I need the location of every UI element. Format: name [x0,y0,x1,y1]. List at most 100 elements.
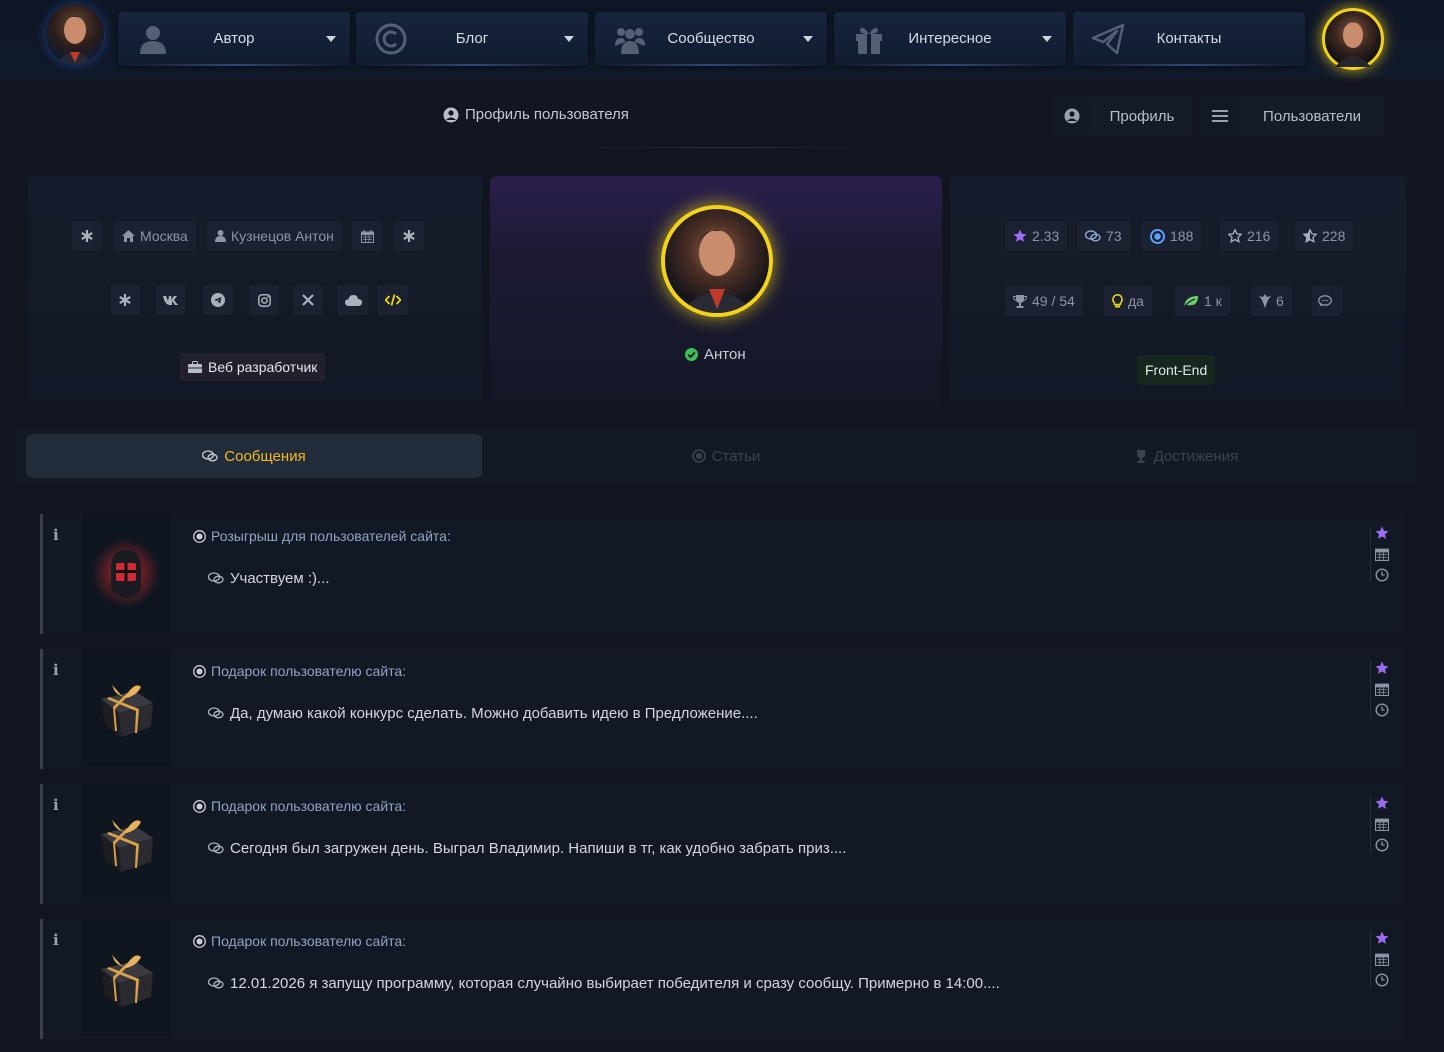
post-subject-text: Подарок пользователю сайта: [211,798,407,814]
calendar-chip[interactable] [352,221,382,251]
posts-stat: 188 [1142,221,1202,251]
nav-item-contacts[interactable]: Контакты [1073,12,1305,66]
lightbulb-icon [1112,294,1123,308]
nav-item-label: Блог [455,30,489,47]
star-icon[interactable] [1375,796,1389,811]
user-circle-icon [1064,108,1080,124]
info-icon[interactable]: i [53,796,59,814]
asterisk-icon [81,230,93,242]
calendar-icon [360,229,374,243]
top-navigation: Автор Блог Сообщество Интересное Контакт… [0,0,1444,78]
tab-articles[interactable]: Статьи [498,434,954,478]
comments-icon [208,842,224,854]
nav-item-label: Автор [213,30,255,47]
tab-label: Достижения [1153,447,1239,465]
city-text: Москва [140,228,188,244]
profile-icon-button[interactable] [1052,96,1092,136]
user-avatar[interactable] [1322,8,1384,70]
trophy-icon [1013,294,1027,308]
full-name-text: Кузнецов Антон [231,228,334,244]
award-stat: 6 [1251,286,1292,316]
full-name-chip: Кузнецов Антон [207,221,342,251]
post-subject-link[interactable]: Розыгрыш для пользователей сайта: [193,528,451,544]
gift-box-icon [101,955,153,1007]
clock-icon[interactable] [1374,838,1389,853]
star-icon[interactable] [1375,661,1389,676]
users-list-icon-button[interactable] [1200,96,1240,136]
clock-icon[interactable] [1374,568,1389,583]
dot-circle-icon [193,664,206,678]
chevron-down-icon [1042,36,1052,42]
home-icon [122,230,135,242]
post-subject-link[interactable]: Подарок пользователю сайта: [193,663,406,679]
code-icon [385,294,401,306]
users-button[interactable]: Пользователи [1240,96,1384,136]
profile-avatar[interactable] [661,205,773,317]
nav-item-interesting[interactable]: Интересное [834,12,1066,66]
x-icon [302,294,314,306]
tab-messages[interactable]: Сообщения [26,434,482,478]
post-text-content: Сегодня был загружен день. Выграл Владим… [230,840,847,857]
nav-item-author[interactable]: Автор [118,12,350,66]
social-cloud-link[interactable] [338,285,368,315]
social-asterisk-link[interactable] [110,285,140,315]
user-circle-icon [443,107,459,122]
post-meta [1370,931,1390,988]
post-thumbnail [81,649,171,767]
asterisk-icon [119,294,131,306]
post-subject-link[interactable]: Подарок пользователю сайта: [193,798,406,814]
asterisk-chip[interactable] [72,221,102,251]
post-text: Да, думаю какой конкурс сделать. Можно д… [208,705,758,722]
post-text: Сегодня был загружен день. Выграл Владим… [208,840,846,857]
rating-stat: 2.33 [1005,221,1068,251]
asterisk-chip-2[interactable] [394,221,424,251]
trophy-stat: 49 / 54 [1005,286,1083,316]
post-subject-text: Подарок пользователю сайта: [211,663,407,679]
nav-item-label: Интересное [908,30,992,47]
user-icon [215,230,226,242]
tab-achievements[interactable]: Достижения [958,434,1414,478]
post-subject-link[interactable]: Подарок пользователю сайта: [193,933,406,949]
asterisk-icon [403,230,415,242]
username-text: Антон [704,346,746,363]
dot-circle-icon [1150,228,1165,244]
comments-icon [208,572,224,584]
list-icon [1212,110,1228,122]
social-vk-link[interactable] [156,285,186,315]
comments-icon [208,707,224,719]
calendar-icon[interactable] [1374,817,1389,832]
chevron-down-icon [803,36,813,42]
role-badge: Веб разработчик [180,353,326,381]
calendar-icon[interactable] [1374,547,1389,562]
idea-value: да [1128,293,1144,309]
social-instagram-link[interactable] [249,285,279,315]
favorites-stat: 216 [1220,221,1279,251]
social-telegram-link[interactable] [203,285,233,315]
info-icon[interactable]: i [53,526,59,544]
clock-icon[interactable] [1374,973,1389,988]
info-icon[interactable]: i [53,931,59,949]
site-logo[interactable] [46,4,104,64]
star-icon[interactable] [1375,526,1389,541]
half-star-value: 228 [1322,228,1346,244]
comments-icon [1085,229,1101,241]
nav-item-blog[interactable]: Блог [356,12,588,66]
star-icon[interactable] [1375,931,1389,946]
post-text: Участвуем :)... [208,570,330,587]
tab-label: Сообщения [224,447,306,465]
role-text: Веб разработчик [208,359,318,375]
nav-item-community[interactable]: Сообщество [595,12,827,66]
dot-circle-icon [193,934,206,948]
helmet-gift-icon [92,539,160,607]
leaf-value: 1 к [1204,293,1222,309]
message-item: i Подарок пользователю сайта: Да, думаю … [40,649,1404,769]
social-x-link[interactable] [293,285,323,315]
instagram-icon [257,293,271,307]
social-code-link[interactable] [378,285,408,315]
chat-stat[interactable] [1312,286,1342,316]
info-icon[interactable]: i [53,661,59,679]
calendar-icon[interactable] [1374,952,1389,967]
clock-icon[interactable] [1374,703,1389,718]
calendar-icon[interactable] [1374,682,1389,697]
profile-button[interactable]: Профиль [1092,96,1192,136]
